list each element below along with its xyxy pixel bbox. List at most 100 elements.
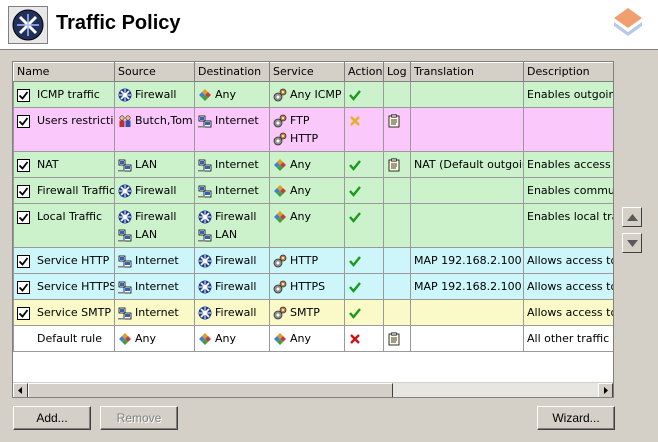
rule-name-cell[interactable]: Service SMTP	[13, 299, 115, 326]
rule-source-cell[interactable]: Internet	[114, 247, 195, 274]
rule-log-cell[interactable]	[383, 177, 411, 204]
scroll-thumb[interactable]	[28, 383, 393, 397]
rule-translation-cell[interactable]	[410, 299, 524, 326]
column-header-translation[interactable]: Translation	[410, 62, 524, 82]
rule-translation-cell[interactable]	[410, 107, 524, 152]
column-header-name[interactable]: Name	[13, 62, 115, 82]
rule-log-cell[interactable]	[383, 325, 411, 352]
rule-enabled-checkbox[interactable]	[17, 88, 30, 102]
rule-action-cell[interactable]	[344, 203, 384, 248]
rule-description-cell[interactable]: Enables access fro	[523, 151, 613, 178]
rule-source-cell[interactable]: LAN	[114, 151, 195, 178]
rule-action-cell[interactable]	[344, 107, 384, 152]
rule-enabled-checkbox[interactable]	[17, 254, 30, 268]
rule-row[interactable]: NAT LAN Internet Any NAT (Default outgoing En…	[13, 151, 613, 178]
scroll-right-button[interactable]	[598, 383, 613, 397]
rule-log-cell[interactable]	[383, 203, 411, 248]
rule-action-cell[interactable]	[344, 177, 384, 204]
rule-row[interactable]: Local Traffic Firewall LAN Firewall LAN Any En…	[13, 203, 613, 248]
rule-log-cell[interactable]	[383, 247, 411, 274]
rule-destination-cell[interactable]: Firewall	[194, 247, 270, 274]
rule-description-cell[interactable]: Enables outgoing I	[523, 81, 613, 108]
rule-service-cell[interactable]: Any ICMP	[269, 81, 345, 108]
horizontal-scrollbar[interactable]	[13, 382, 613, 397]
rule-action-cell[interactable]	[344, 273, 384, 300]
rule-enabled-checkbox[interactable]	[17, 280, 30, 294]
rule-translation-cell[interactable]	[410, 325, 524, 352]
rule-name-cell[interactable]: Users restriction	[13, 107, 115, 152]
rule-row[interactable]: Service SMTP Internet Firewall SMTP Allows a…	[13, 299, 613, 326]
rule-row[interactable]: Firewall Traffic Firewall Internet Any Enabl…	[13, 177, 613, 204]
rule-log-cell[interactable]	[383, 107, 411, 152]
rule-source-cell[interactable]: Firewall	[114, 81, 195, 108]
move-up-button[interactable]	[622, 207, 642, 227]
rule-log-cell[interactable]	[383, 299, 411, 326]
column-header-action[interactable]: Action	[344, 62, 384, 82]
rule-translation-cell[interactable]: MAP 192.168.2.100	[410, 247, 524, 274]
rule-name-cell[interactable]: ICMP traffic	[13, 81, 115, 108]
rule-name-cell[interactable]: Local Traffic	[13, 203, 115, 248]
rule-log-cell[interactable]	[383, 151, 411, 178]
scroll-left-button[interactable]	[13, 383, 28, 397]
rule-description-cell[interactable]: Allows access to S	[523, 299, 613, 326]
rule-row[interactable]: ICMP traffic Firewall Any Any ICMP Enables o…	[13, 81, 613, 108]
rules-grid[interactable]: Name Source Destination Service Action Log Tra…	[12, 61, 614, 398]
wizard-button[interactable]: Wizard...	[537, 406, 615, 430]
rule-destination-cell[interactable]: Any	[194, 81, 270, 108]
rule-row[interactable]: Default rule Any Any Any All other traffic i…	[13, 325, 613, 352]
rule-enabled-checkbox[interactable]	[17, 114, 30, 128]
rule-translation-cell[interactable]: MAP 192.168.2.100	[410, 273, 524, 300]
add-button[interactable]: Add...	[13, 406, 91, 430]
rule-name-cell[interactable]: Service HTTPS	[13, 273, 115, 300]
rule-enabled-checkbox[interactable]	[17, 184, 30, 198]
rule-log-cell[interactable]	[383, 273, 411, 300]
rule-row[interactable]: Service HTTPS Internet Firewall HTTPS MAP 19…	[13, 273, 613, 300]
rule-service-cell[interactable]: HTTP	[269, 247, 345, 274]
rule-source-cell[interactable]: Butch,Tom	[114, 107, 195, 152]
rule-service-cell[interactable]: Any	[269, 325, 345, 352]
rule-translation-cell[interactable]: NAT (Default outgoing	[410, 151, 524, 178]
rule-description-cell[interactable]: Allows access to H	[523, 247, 613, 274]
rule-source-cell[interactable]: Firewall LAN	[114, 203, 195, 248]
rule-translation-cell[interactable]	[410, 81, 524, 108]
rule-source-cell[interactable]: Any	[114, 325, 195, 352]
rule-description-cell[interactable]: All other traffic is de	[523, 325, 613, 352]
rule-service-cell[interactable]: FTP HTTP	[269, 107, 345, 152]
rule-row[interactable]: Service HTTP Internet Firewall HTTP MAP 192.…	[13, 247, 613, 274]
column-header-source[interactable]: Source	[114, 62, 195, 82]
rule-source-cell[interactable]: Internet	[114, 273, 195, 300]
rule-enabled-checkbox[interactable]	[17, 333, 30, 346]
rule-destination-cell[interactable]: Firewall	[194, 299, 270, 326]
rule-action-cell[interactable]	[344, 151, 384, 178]
rule-service-cell[interactable]: Any	[269, 203, 345, 248]
rule-source-cell[interactable]: Internet	[114, 299, 195, 326]
rule-description-cell[interactable]: Enables communic	[523, 177, 613, 204]
rule-enabled-checkbox[interactable]	[17, 210, 30, 224]
rule-name-cell[interactable]: Firewall Traffic	[13, 177, 115, 204]
rule-log-cell[interactable]	[383, 81, 411, 108]
rule-destination-cell[interactable]: Firewall LAN	[194, 203, 270, 248]
rule-row[interactable]: Users restriction Butch,Tom Internet FTP HTT…	[13, 107, 613, 152]
rule-description-cell[interactable]: Allows access to H	[523, 273, 613, 300]
rule-translation-cell[interactable]	[410, 177, 524, 204]
rule-description-cell[interactable]: Enables local traffi	[523, 203, 613, 248]
rule-destination-cell[interactable]: Internet	[194, 151, 270, 178]
rule-name-cell[interactable]: NAT	[13, 151, 115, 178]
move-down-button[interactable]	[622, 233, 642, 253]
rule-destination-cell[interactable]: Firewall	[194, 273, 270, 300]
column-header-destination[interactable]: Destination	[194, 62, 270, 82]
rule-enabled-checkbox[interactable]	[17, 306, 30, 320]
rule-service-cell[interactable]: Any	[269, 151, 345, 178]
column-header-description[interactable]: Description	[523, 62, 613, 82]
rule-enabled-checkbox[interactable]	[17, 158, 30, 172]
remove-button[interactable]: Remove	[100, 406, 178, 430]
rule-service-cell[interactable]: Any	[269, 177, 345, 204]
rule-translation-cell[interactable]	[410, 203, 524, 248]
rule-destination-cell[interactable]: Internet	[194, 177, 270, 204]
rule-name-cell[interactable]: Service HTTP	[13, 247, 115, 274]
rule-destination-cell[interactable]: Internet	[194, 107, 270, 152]
column-header-log[interactable]: Log	[383, 62, 411, 82]
rule-name-cell[interactable]: Default rule	[13, 325, 115, 352]
column-header-service[interactable]: Service	[269, 62, 345, 82]
rule-description-cell[interactable]	[523, 107, 613, 152]
